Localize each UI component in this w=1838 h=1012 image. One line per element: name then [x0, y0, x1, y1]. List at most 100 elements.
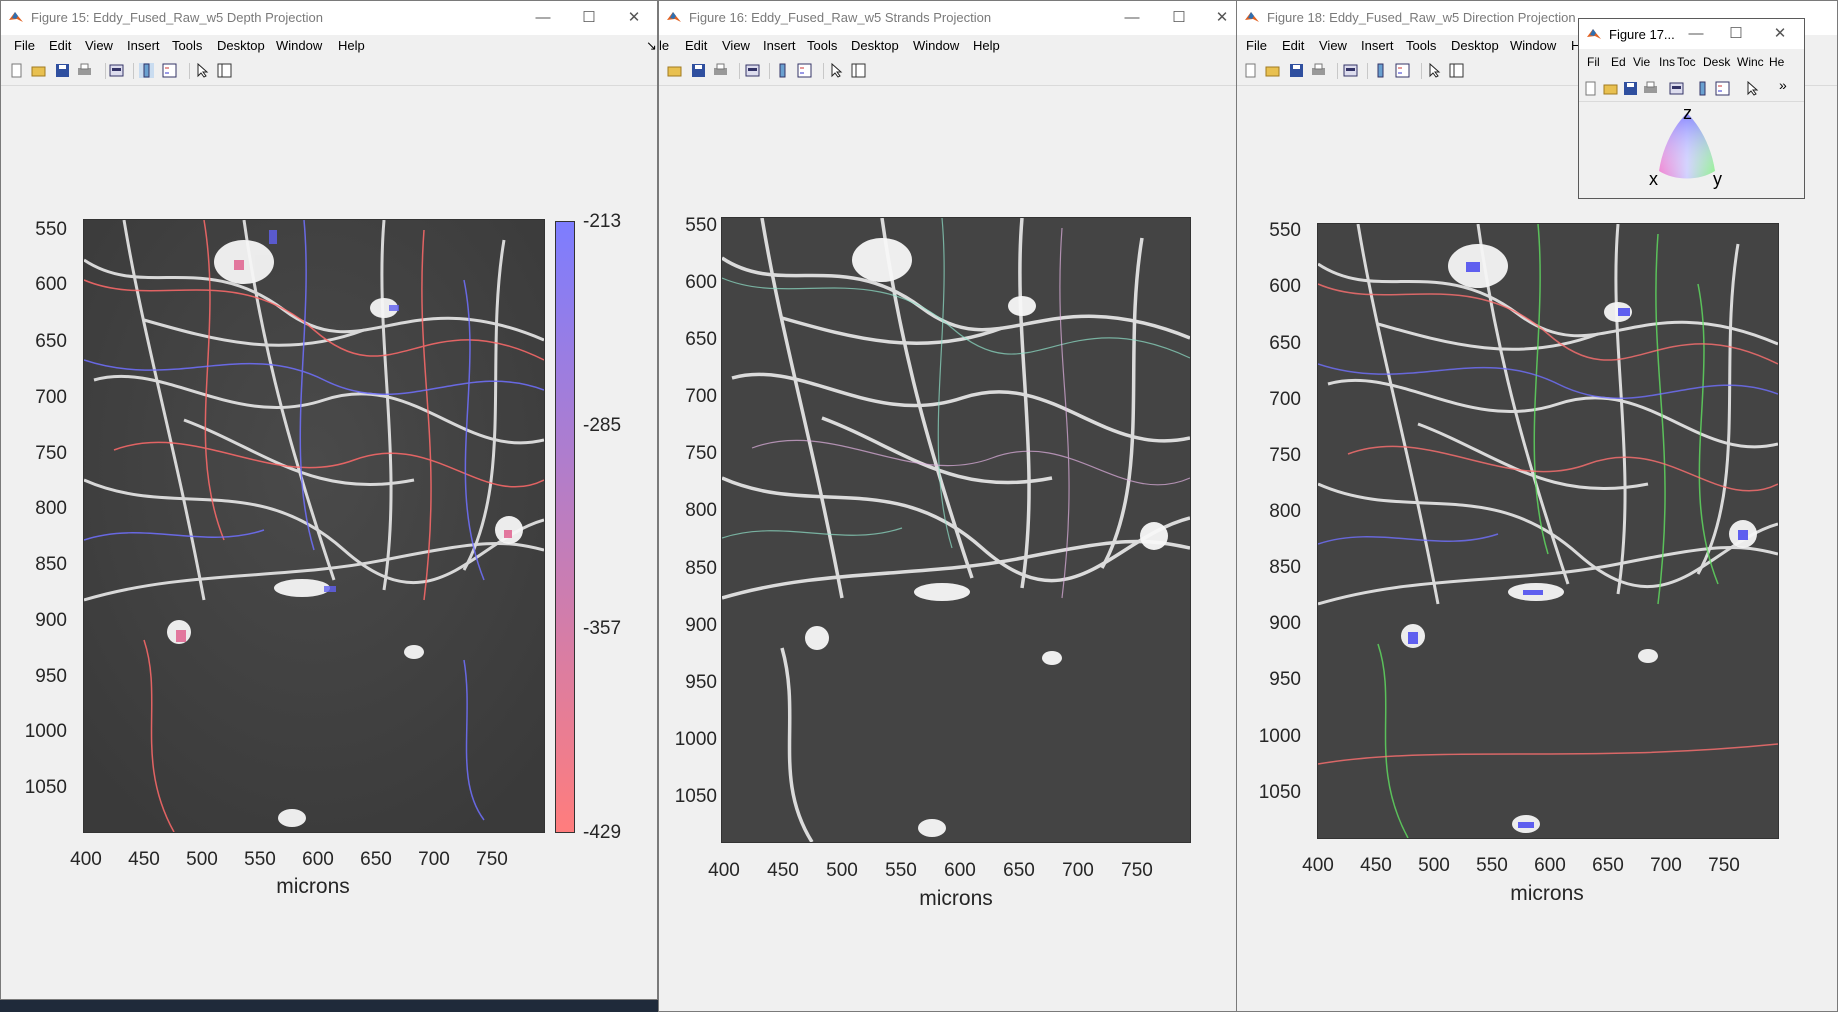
open-folder-icon[interactable] — [1603, 81, 1618, 96]
titlebar[interactable]: Figure 15: Eddy_Fused_Raw_w5 Depth Proje… — [1, 1, 657, 35]
menu-desktop[interactable]: Desktop — [851, 38, 899, 53]
x-tick-label: 750 — [1708, 855, 1740, 876]
maximize-icon[interactable]: ☐ — [1719, 22, 1753, 46]
x-tick-label: 700 — [418, 849, 450, 870]
pointer-icon[interactable] — [195, 63, 210, 78]
matlab-logo-icon — [667, 12, 681, 22]
figure16-window: Figure 16: Eddy_Fused_Raw_w5 Strands Pro… — [658, 0, 1238, 1012]
dock-arrow-icon[interactable]: ↘ — [646, 38, 657, 54]
pointer-icon[interactable] — [829, 63, 844, 78]
pointer-icon[interactable] — [1427, 63, 1442, 78]
menu-help[interactable]: Help — [338, 38, 365, 53]
minimize-icon[interactable]: — — [1112, 6, 1152, 30]
close-icon[interactable]: ✕ — [1202, 6, 1237, 30]
print-preview-icon[interactable] — [745, 63, 760, 78]
legend-icon[interactable] — [1395, 63, 1410, 78]
menu-tools[interactable]: Tools — [807, 38, 837, 53]
new-file-icon[interactable] — [9, 63, 24, 78]
menu-help[interactable]: Help — [973, 38, 1000, 53]
menu-insert[interactable]: Insert — [127, 38, 160, 53]
menu-insert[interactable]: Insert — [1361, 38, 1394, 53]
menu-edit[interactable]: Edit — [49, 38, 71, 53]
menu-insert[interactable]: Insert — [763, 38, 796, 53]
titlebar[interactable]: Figure 16: Eddy_Fused_Raw_w5 Strands Pro… — [659, 1, 1237, 35]
legend-icon[interactable] — [797, 63, 812, 78]
save-icon[interactable] — [691, 63, 706, 78]
print-preview-icon[interactable] — [1669, 81, 1684, 96]
y-tick-label: 550 — [685, 215, 717, 236]
property-editor-icon[interactable] — [217, 63, 232, 78]
minimize-icon[interactable]: — — [523, 6, 563, 30]
menu-window[interactable]: Winc — [1737, 55, 1764, 69]
print-icon[interactable] — [1643, 81, 1658, 96]
new-file-icon[interactable] — [1243, 63, 1258, 78]
y-tick-label: 900 — [1269, 613, 1301, 634]
toolbar-separator — [739, 63, 740, 79]
menu-edit[interactable]: Edit — [685, 38, 707, 53]
menu-help[interactable]: He — [1769, 55, 1784, 69]
menu-file[interactable]: Fil — [1587, 55, 1600, 69]
colorbar[interactable] — [555, 221, 575, 833]
menu-view[interactable]: View — [722, 38, 750, 53]
x-tick-label: 750 — [1121, 860, 1153, 881]
print-icon[interactable] — [1311, 63, 1326, 78]
menu-window[interactable]: Window — [913, 38, 959, 53]
toolbar-separator — [823, 63, 824, 79]
menu-edit[interactable]: Ed — [1611, 55, 1626, 69]
property-editor-icon[interactable] — [851, 63, 866, 78]
depth-projection-image[interactable] — [83, 219, 545, 833]
print-preview-icon[interactable] — [1343, 63, 1358, 78]
colorbar-icon[interactable] — [139, 63, 154, 78]
menu-window[interactable]: Window — [1510, 38, 1556, 53]
colorbar-icon[interactable] — [775, 63, 790, 78]
y-axis-label: y — [1713, 169, 1722, 189]
menu-tools[interactable]: Tools — [1406, 38, 1436, 53]
overflow-chevron-icon[interactable]: » — [1779, 77, 1787, 93]
strands-projection-image[interactable] — [721, 217, 1191, 843]
open-folder-icon[interactable] — [31, 63, 46, 78]
menu-desktop[interactable]: Desk — [1703, 55, 1730, 69]
window-title: Figure 15: Eddy_Fused_Raw_w5 Depth Proje… — [31, 10, 323, 25]
menu-window[interactable]: Window — [276, 38, 322, 53]
colorbar-icon[interactable] — [1373, 63, 1388, 78]
property-editor-icon[interactable] — [1449, 63, 1464, 78]
print-icon[interactable] — [77, 63, 92, 78]
menu-tools[interactable]: Tools — [172, 38, 202, 53]
menu-desktop[interactable]: Desktop — [217, 38, 265, 53]
close-icon[interactable]: ✕ — [1763, 22, 1797, 46]
y-tick-label: 650 — [35, 331, 67, 352]
open-folder-icon[interactable] — [1265, 63, 1280, 78]
menu-file[interactable]: File — [1246, 38, 1267, 53]
menu-insert[interactable]: Ins — [1659, 55, 1675, 69]
save-icon[interactable] — [55, 63, 70, 78]
direction-projection-image[interactable] — [1317, 223, 1779, 839]
close-icon[interactable]: ✕ — [614, 6, 654, 30]
maximize-icon[interactable]: ☐ — [1159, 6, 1199, 30]
menu-tools[interactable]: Toc — [1677, 55, 1696, 69]
direction-colormap-legend[interactable]: z x y — [1649, 103, 1749, 195]
colorbar-icon[interactable] — [1695, 81, 1710, 96]
pointer-icon[interactable] — [1745, 81, 1760, 96]
minimize-icon[interactable]: — — [1679, 22, 1713, 46]
print-preview-icon[interactable] — [109, 63, 124, 78]
menu-view[interactable]: Vie — [1633, 55, 1650, 69]
menu-view[interactable]: View — [1319, 38, 1347, 53]
menu-file[interactable]: le — [659, 38, 669, 53]
open-folder-icon[interactable] — [667, 63, 682, 78]
save-icon[interactable] — [1623, 81, 1638, 96]
menu-desktop[interactable]: Desktop — [1451, 38, 1499, 53]
titlebar[interactable]: Figure 17... — ☐ ✕ — [1579, 19, 1804, 49]
y-tick-label: 1050 — [1258, 782, 1301, 803]
maximize-icon[interactable]: ☐ — [569, 6, 609, 30]
y-tick-label: 700 — [35, 387, 67, 408]
x-tick-label: 500 — [186, 849, 218, 870]
menu-edit[interactable]: Edit — [1282, 38, 1304, 53]
menu-file[interactable]: File — [14, 38, 35, 53]
new-file-icon[interactable] — [1583, 81, 1598, 96]
legend-icon[interactable] — [1715, 81, 1730, 96]
menu-view[interactable]: View — [85, 38, 113, 53]
save-icon[interactable] — [1289, 63, 1304, 78]
print-icon[interactable] — [713, 63, 728, 78]
legend-icon[interactable] — [162, 63, 177, 78]
x-tick-label: 450 — [767, 860, 799, 881]
